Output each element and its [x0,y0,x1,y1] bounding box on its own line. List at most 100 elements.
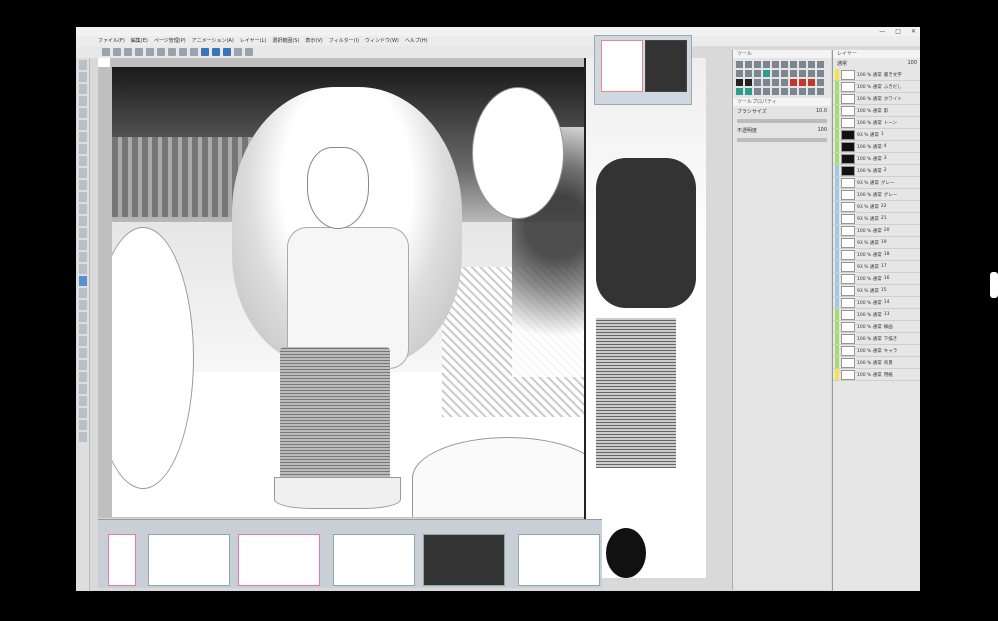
layer-row[interactable]: 93 % 通常 21 [833,213,920,225]
layer-row[interactable]: 100 % 通常 下描き [833,333,920,345]
manga-page[interactable] [112,67,602,517]
side-handle[interactable] [990,272,998,298]
blend-mode-row[interactable]: 通常 100 [833,58,920,69]
menu-animation[interactable]: アニメーション(A) [192,36,234,46]
layer-row[interactable]: 100 % 通常 背景 [833,357,920,369]
tool-icon[interactable] [78,108,87,118]
tool-icon[interactable] [78,84,87,94]
tool-icon[interactable] [790,61,797,68]
tool-icon[interactable] [736,70,743,77]
layer-row[interactable]: 100 % 通常 2 [833,165,920,177]
tool-icon[interactable] [799,79,806,86]
menu-file[interactable]: ファイル(F) [98,36,125,46]
layer-row[interactable]: 93 % 通常 15 [833,285,920,297]
active-tool-icon[interactable] [78,276,87,286]
layer-row[interactable]: 100 % 通常 14 [833,297,920,309]
tool-icon[interactable] [763,61,770,68]
tool-icon[interactable] [78,288,87,298]
tool-icon[interactable] [78,312,87,322]
tool-icon[interactable] [78,168,87,178]
tool-icon[interactable] [78,360,87,370]
navigator-thumbnail[interactable] [601,40,643,92]
brush-icon[interactable] [223,48,231,56]
tool-icon[interactable] [754,61,761,68]
layer-row[interactable]: 100 % 通常 20 [833,225,920,237]
navigator-thumbnail[interactable] [645,40,687,92]
tool-icon[interactable] [78,228,87,238]
redo-icon[interactable] [157,48,165,56]
tool-icon[interactable] [763,70,770,77]
tool-icon[interactable] [78,72,87,82]
tool-icon[interactable] [772,88,779,95]
close-icon[interactable]: ✕ [911,27,916,36]
tool-icon[interactable] [781,79,788,86]
tool-icon[interactable] [790,70,797,77]
tool-icon[interactable] [745,70,752,77]
tool-icon[interactable] [736,79,743,86]
tool-icon[interactable] [799,61,806,68]
tool-icon[interactable] [781,88,788,95]
tool-icon[interactable] [754,70,761,77]
brush-size-row[interactable]: ブラシサイズ 10.0 [733,106,831,117]
tool-icon[interactable] [808,79,815,86]
opacity-row[interactable]: 不透明度 100 [733,125,831,136]
layer-row[interactable]: 100 % 通常 4 [833,141,920,153]
tool-icon[interactable] [78,408,87,418]
tool-icon[interactable] [817,88,824,95]
tool-icon[interactable] [799,70,806,77]
tool-icon[interactable] [78,372,87,382]
blend-mode-select[interactable]: 通常 [837,60,847,67]
layer-row[interactable]: 93 % 通常 19 [833,237,920,249]
tool-icon[interactable] [78,384,87,394]
tool-icon[interactable] [78,216,87,226]
tool-icon[interactable] [772,70,779,77]
tool-icon[interactable] [78,204,87,214]
brush-size-slider[interactable] [737,119,827,123]
tool-icon[interactable] [736,61,743,68]
pencil-icon[interactable] [212,48,220,56]
tool-icon[interactable] [745,61,752,68]
second-page-view[interactable] [584,58,706,578]
tool-icon[interactable] [817,79,824,86]
open-file-icon[interactable] [113,48,121,56]
pen-icon[interactable] [201,48,209,56]
menu-selection[interactable]: 選択範囲(S) [272,36,299,46]
menu-layer[interactable]: レイヤー(L) [240,36,267,46]
tool-icon[interactable] [817,61,824,68]
tool-icon[interactable] [763,88,770,95]
layer-row[interactable]: 100 % 通常 トーン [833,117,920,129]
opacity-value[interactable]: 100 [817,127,827,134]
new-file-icon[interactable] [102,48,110,56]
layer-row[interactable]: 100 % 通常 キャラ [833,345,920,357]
tool-icon[interactable] [78,264,87,274]
tool-icon[interactable] [78,144,87,154]
menu-page[interactable]: ページ管理(P) [154,36,186,46]
layer-row[interactable]: 93 % 通常 17 [833,261,920,273]
tool-icon[interactable] [772,61,779,68]
tool-icon[interactable] [817,70,824,77]
layer-row[interactable]: 100 % 通常影 [833,105,920,117]
layer-row[interactable]: 100 % 通常 ふきだし [833,81,920,93]
page-thumbnail[interactable] [148,534,230,586]
tool-icon[interactable] [808,88,815,95]
tool-icon[interactable] [772,79,779,86]
tool-icon[interactable] [78,60,87,70]
print-icon[interactable] [135,48,143,56]
snap-icon[interactable] [234,48,242,56]
tool-icon[interactable] [78,300,87,310]
canvas-area[interactable] [98,58,602,518]
clear-icon[interactable] [168,48,176,56]
tool-icon[interactable] [781,61,788,68]
menu-view[interactable]: 表示(V) [305,36,322,46]
tool-icon[interactable] [78,324,87,334]
tool-icon[interactable] [78,120,87,130]
menu-edit[interactable]: 編集(E) [131,36,148,46]
layer-opacity-value[interactable]: 100 [907,60,917,67]
tool-icon[interactable] [781,70,788,77]
layer-row[interactable]: 100 % 通常 13 [833,309,920,321]
tool-icon[interactable] [808,70,815,77]
layer-row[interactable]: 100 % 通常 16 [833,273,920,285]
layer-row[interactable]: 100 % 通常 グレー [833,189,920,201]
tool-icon[interactable] [763,79,770,86]
tool-icon[interactable] [78,240,87,250]
